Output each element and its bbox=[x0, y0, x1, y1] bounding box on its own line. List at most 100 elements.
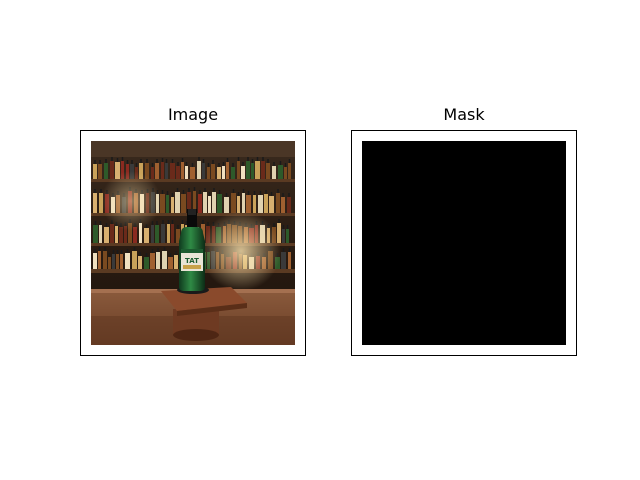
background-bottle bbox=[281, 197, 285, 213]
background-bottle bbox=[93, 253, 97, 269]
background-bottle-neck bbox=[161, 158, 164, 162]
background-bottle-neck bbox=[94, 160, 96, 164]
background-bottle-neck bbox=[105, 223, 108, 227]
background-bottle bbox=[203, 192, 207, 213]
background-bottle-neck bbox=[232, 163, 234, 167]
background-bottle-neck bbox=[218, 163, 220, 167]
background-bottle-neck bbox=[270, 192, 273, 196]
background-bottle bbox=[269, 196, 274, 213]
background-bottle-neck bbox=[116, 250, 119, 254]
background-bottle-neck bbox=[267, 159, 269, 163]
background-bottle bbox=[98, 251, 101, 269]
background-bottle bbox=[165, 163, 168, 179]
background-bottle-neck bbox=[213, 188, 215, 192]
background-bottle-neck bbox=[232, 189, 235, 193]
background-bottle-neck bbox=[282, 248, 285, 252]
background-bottle bbox=[93, 164, 97, 179]
background-bottle-neck bbox=[225, 193, 228, 197]
background-bottle-neck bbox=[191, 163, 194, 167]
background-bottle bbox=[242, 193, 245, 213]
background-bottle-neck bbox=[100, 189, 102, 193]
background-bottle-neck bbox=[282, 193, 284, 197]
background-bottle bbox=[155, 163, 159, 179]
background-bottle-neck bbox=[157, 248, 159, 252]
background-bottle bbox=[276, 193, 280, 213]
background-bottle-neck bbox=[171, 220, 174, 224]
background-bottle bbox=[116, 254, 119, 269]
background-bottle-neck bbox=[226, 158, 229, 162]
background-bottle bbox=[231, 193, 236, 213]
background-bottle-neck bbox=[212, 160, 214, 164]
mask-area bbox=[362, 141, 566, 345]
background-bottle-neck bbox=[198, 157, 200, 161]
background-bottle bbox=[175, 192, 180, 213]
background-bottle-neck bbox=[182, 190, 185, 194]
background-bottle bbox=[104, 227, 109, 243]
background-bottle bbox=[287, 197, 291, 213]
background-bottle-neck bbox=[121, 157, 124, 161]
background-bottle bbox=[264, 194, 268, 213]
mask-panel-title: Mask bbox=[443, 105, 485, 124]
background-bottle bbox=[241, 166, 245, 179]
background-bottle bbox=[198, 194, 202, 213]
background-bottle-neck bbox=[94, 189, 96, 193]
background-bottle-neck bbox=[181, 220, 184, 224]
background-bottle-neck bbox=[273, 162, 275, 166]
background-bottle-neck bbox=[131, 160, 133, 164]
background-bottle bbox=[110, 161, 114, 179]
background-bottle bbox=[144, 257, 149, 269]
background-bottle bbox=[162, 251, 167, 269]
background-bottle-neck bbox=[126, 249, 129, 253]
background-bottle bbox=[132, 251, 137, 269]
background-bottle-neck bbox=[262, 157, 264, 161]
background-bottle bbox=[174, 255, 178, 269]
background-bottle bbox=[246, 195, 251, 213]
background-bottle-neck bbox=[139, 252, 141, 256]
background-bottle-neck bbox=[207, 222, 209, 226]
bottle-label-text: TAT bbox=[185, 257, 199, 265]
background-bottle bbox=[224, 197, 229, 213]
background-bottle-neck bbox=[273, 223, 275, 227]
background-bottle-neck bbox=[133, 247, 136, 251]
background-bottle bbox=[197, 161, 201, 179]
background-bottle bbox=[217, 167, 221, 179]
background-bottle bbox=[237, 196, 240, 213]
background-bottle-neck bbox=[156, 221, 158, 225]
background-bottle-neck bbox=[207, 163, 210, 167]
background-bottle bbox=[170, 163, 175, 179]
background-bottle-neck bbox=[105, 159, 107, 163]
background-bottle-neck bbox=[98, 247, 101, 251]
background-bottle-neck bbox=[222, 162, 225, 166]
background-bottle-neck bbox=[202, 159, 205, 163]
background-bottle bbox=[288, 163, 291, 179]
background-bottle bbox=[246, 161, 250, 179]
background-bottle bbox=[266, 163, 270, 179]
background-bottle bbox=[181, 162, 184, 179]
background-bottle bbox=[161, 224, 165, 243]
background-bottle-neck bbox=[208, 192, 211, 196]
background-bottle-neck bbox=[199, 190, 201, 194]
background-bottle bbox=[255, 161, 260, 179]
background-bottle bbox=[125, 253, 130, 269]
background-bottle-neck bbox=[165, 159, 168, 163]
background-bottle bbox=[167, 224, 170, 243]
background-bottle bbox=[103, 251, 107, 269]
background-bottle bbox=[251, 163, 254, 179]
background-bottle-neck bbox=[188, 188, 190, 192]
background-bottle bbox=[181, 194, 186, 213]
background-bottle-neck bbox=[202, 220, 204, 224]
background-bottle bbox=[237, 161, 240, 179]
background-bottle bbox=[98, 164, 102, 179]
background-bottle-neck bbox=[218, 190, 221, 194]
background-bottle-neck bbox=[177, 225, 179, 229]
background-bottle bbox=[161, 162, 164, 179]
background-bottle bbox=[190, 167, 195, 179]
background-bottle-neck bbox=[242, 162, 244, 166]
background-bottle-neck bbox=[288, 159, 291, 163]
background-bottle-neck bbox=[284, 163, 287, 167]
background-bottle bbox=[253, 195, 256, 213]
background-bottle bbox=[144, 228, 149, 243]
background-bottle-neck bbox=[259, 191, 262, 195]
background-bottle bbox=[171, 224, 174, 243]
background-bottle-neck bbox=[193, 187, 196, 191]
